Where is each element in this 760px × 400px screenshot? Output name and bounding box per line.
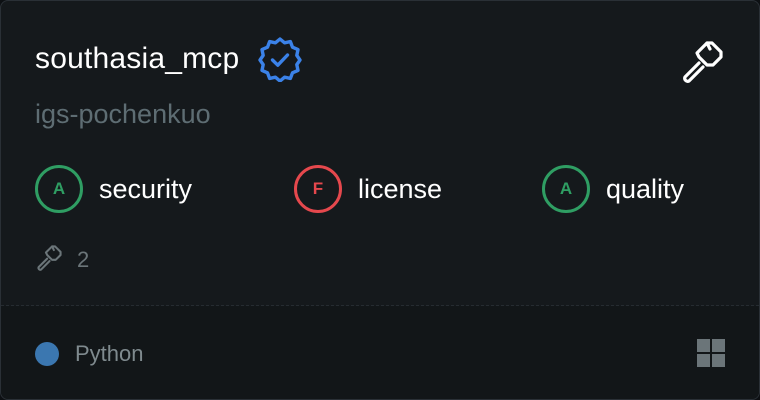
hammer-icon xyxy=(35,244,63,277)
grade-security[interactable]: A security xyxy=(35,164,192,214)
server-name-link[interactable]: southasia_mcp xyxy=(35,42,239,76)
grade-label: security xyxy=(99,173,193,204)
tools-count: 2 xyxy=(35,244,90,277)
verified-badge-icon xyxy=(257,36,303,83)
grade-quality[interactable]: A quality xyxy=(542,164,684,214)
grade-badge: A xyxy=(542,165,590,213)
windows-icon xyxy=(697,339,725,367)
grade-license[interactable]: F license xyxy=(294,164,442,214)
server-card[interactable]: southasia_mcp igs-pochenkuo A security F… xyxy=(0,0,760,400)
grade-badge: F xyxy=(294,165,342,213)
grade-label: quality xyxy=(606,173,685,204)
language-dot-icon xyxy=(35,342,59,366)
card-footer: Python xyxy=(1,306,759,399)
grade-badge: A xyxy=(35,165,83,213)
language-name: Python xyxy=(75,341,144,366)
grade-label: license xyxy=(358,173,443,204)
author-name[interactable]: igs-pochenkuo xyxy=(35,99,211,130)
hammer-icon xyxy=(679,39,725,85)
tools-count-value: 2 xyxy=(77,247,90,272)
language: Python xyxy=(35,339,144,369)
title-row: southasia_mcp xyxy=(35,35,303,83)
